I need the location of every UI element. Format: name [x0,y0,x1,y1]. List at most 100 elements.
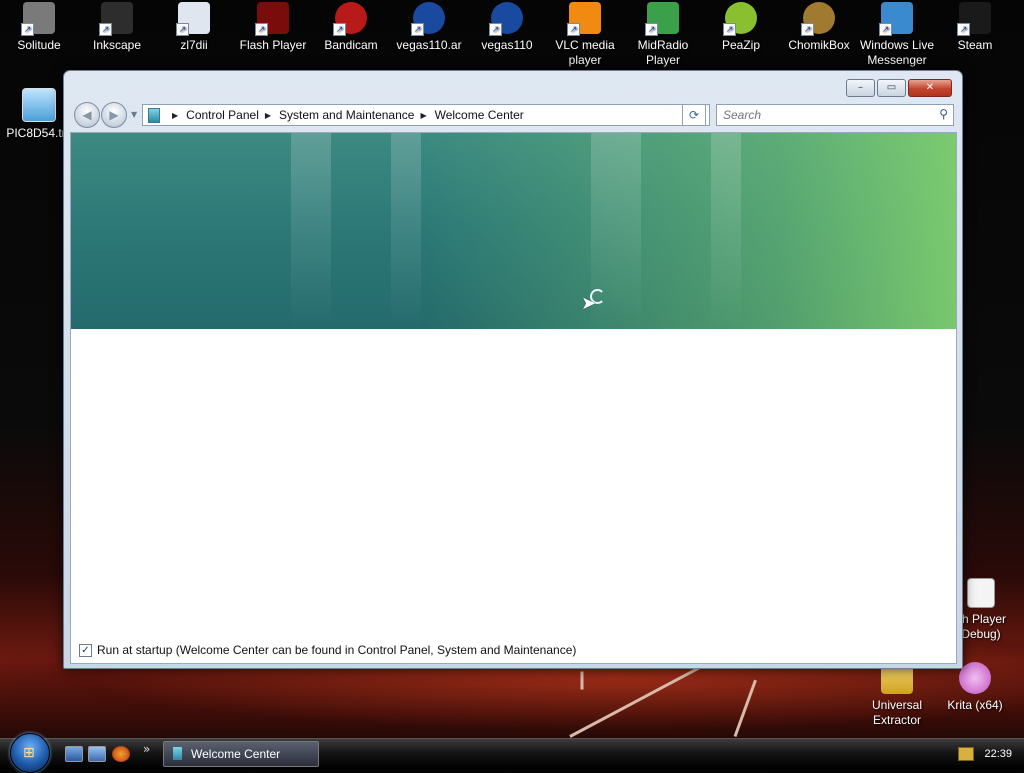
document-icon: ↗ [176,2,210,36]
tray-app-icon[interactable] [958,747,975,761]
banner-light-ray [711,133,741,329]
desktop-icon-bandicam[interactable]: ↗ Bandicam [312,2,390,53]
desktop-icon-label: Bandicam [324,38,378,52]
shortcut-arrow-icon: ↗ [567,23,580,36]
chevron-right-icon[interactable]: ▶ [172,111,178,120]
solitude-icon: ↗ [21,2,55,36]
desktop-icon-label: ChomikBox [788,38,850,52]
windows-logo-icon: ⊞ [23,745,35,761]
welcome-banner: ➤ [71,133,956,329]
clock[interactable]: 22:39 [984,748,1012,760]
welcome-center-window[interactable]: – ▭ ✕ ◀ ▶ ▼ ▶ Control Panel ▶ System and… [63,70,963,669]
shortcut-arrow-icon: ↗ [176,23,189,36]
desktop-icon-peazip[interactable]: ↗ PeaZip [702,2,780,53]
navigation-bar: ◀ ▶ ▼ ▶ Control Panel ▶ System and Maint… [70,101,956,128]
desktop-icon-inkscape[interactable]: ↗ Inkscape [78,2,156,53]
breadcrumb-control-panel[interactable]: Control Panel [186,108,259,122]
switch-windows-icon[interactable] [88,746,106,762]
shortcut-arrow-icon: ↗ [723,23,736,36]
desktop-icon-label: Inkscape [92,38,142,52]
desktop-icon-label: PeaZip [721,38,761,52]
flash-player-icon: ↗ [255,2,289,36]
desktop-icon-windows-live-messenger[interactable]: ↗ Windows Live Messenger [858,2,936,68]
shortcut-arrow-icon: ↗ [411,23,424,36]
shortcut-arrow-icon: ↗ [957,23,970,36]
desktop-icon-steam[interactable]: ↗ Steam [936,2,1014,53]
search-input[interactable] [721,105,925,125]
search-icon[interactable]: ⚲ [939,107,948,121]
desktop-icon-label: vegas110 [481,38,533,52]
desktop-icon-label: Flash Player [239,38,307,52]
minimize-button[interactable]: – [846,79,875,97]
desktop-icon-chomikbox[interactable]: ↗ ChomikBox [780,2,858,53]
desktop-icon-label: Krita (x64) [947,698,1003,712]
breadcrumb-welcome-center[interactable]: Welcome Center [435,108,524,122]
vlc-icon: ↗ [567,2,601,36]
desktop-icon-zl7dii[interactable]: ↗ zl7dii [155,2,233,53]
back-button[interactable]: ◀ [74,102,100,128]
desktop-icon-flash-player[interactable]: ↗ Flash Player [234,2,312,53]
desktop-icon-label: Universal Extractor [871,698,922,727]
desktop-icon-label: vegas110.ar [396,38,462,52]
steam-icon: ↗ [957,2,991,36]
desktop-icon-vlc-media-player[interactable]: ↗ VLC media player [546,2,624,68]
desktop-icon-label: Solitude [17,38,61,52]
forward-button[interactable]: ▶ [101,102,127,128]
wallpaper-road-line [580,671,584,690]
breadcrumb-system-and-maintenance[interactable]: System and Maintenance [279,108,414,122]
desktop-icon-label: VLC media player [555,38,615,67]
maximize-button[interactable]: ▭ [877,79,906,97]
peazip-icon: ↗ [723,2,757,36]
start-button[interactable]: ⊞ [10,733,50,773]
image-file-icon [22,88,56,122]
flash-debug-icon [967,578,995,608]
shortcut-arrow-icon: ↗ [21,23,34,36]
taskbar: ⊞ » Welcome Center 22:39 [0,733,1024,773]
close-button[interactable]: ✕ [908,79,952,97]
shortcut-arrow-icon: ↗ [879,23,892,36]
midradio-icon: ↗ [645,2,679,36]
search-box[interactable]: ⚲ [716,104,954,126]
startup-option: ✓ Run at startup (Welcome Center can be … [79,643,576,657]
taskbar-button-welcome-center[interactable]: Welcome Center [163,741,319,767]
desktop-icon-solitude[interactable]: ↗ Solitude [0,2,78,53]
mouse-pointer-icon: ➤ [581,293,597,314]
shortcut-arrow-icon: ↗ [489,23,502,36]
recent-pages-dropdown[interactable]: ▼ [131,110,137,119]
shortcut-arrow-icon: ↗ [801,23,814,36]
desktop-icon-universal-extractor[interactable]: Universal Extractor [858,662,936,728]
firefox-icon[interactable] [112,746,130,762]
welcome-center-content: ➤ ✓ Run at startup (Welcome Center can b… [70,132,957,664]
control-panel-icon [148,107,160,123]
show-desktop-icon[interactable] [65,746,83,762]
desktop-icon-label: MidRadio Player [637,38,689,67]
control-panel-icon [173,747,182,760]
desktop-icon-label: zl7dii [180,38,208,52]
address-bar[interactable]: ▶ Control Panel ▶ System and Maintenance… [142,104,710,126]
shortcut-arrow-icon: ↗ [255,23,268,36]
vegas-icon: ↗ [489,2,523,36]
quick-launch-more-button[interactable]: » [143,742,150,756]
vegas-icon: ↗ [411,2,445,36]
banner-light-ray [291,133,331,329]
messenger-icon: ↗ [879,2,913,36]
banner-light-ray [391,133,421,329]
desktop-icon-label: Steam [957,38,993,52]
desktop-icon-label: Windows Live Messenger [859,38,935,67]
shortcut-arrow-icon: ↗ [645,23,658,36]
desktop-icon-midradio-player[interactable]: ↗ MidRadio Player [624,2,702,68]
taskbar-button-label: Welcome Center [191,747,281,761]
desktop-icon-krita[interactable]: Krita (x64) [936,662,1014,713]
refresh-button[interactable]: ⟳ [682,104,706,126]
run-at-startup-checkbox[interactable]: ✓ [79,643,92,657]
desktop-icon-vegas110-ar[interactable]: ↗ vegas110.ar [390,2,468,53]
bandicam-icon: ↗ [333,2,367,36]
system-tray: 22:39 [958,739,1012,769]
run-at-startup-label[interactable]: Run at startup (Welcome Center can be fo… [97,643,576,657]
desktop-icon-vegas110[interactable]: ↗ vegas110 [468,2,546,53]
shortcut-arrow-icon: ↗ [333,23,346,36]
shortcut-arrow-icon: ↗ [99,23,112,36]
chevron-right-icon[interactable]: ▶ [265,111,271,120]
chevron-right-icon[interactable]: ▶ [420,111,426,120]
krita-icon [959,662,991,694]
